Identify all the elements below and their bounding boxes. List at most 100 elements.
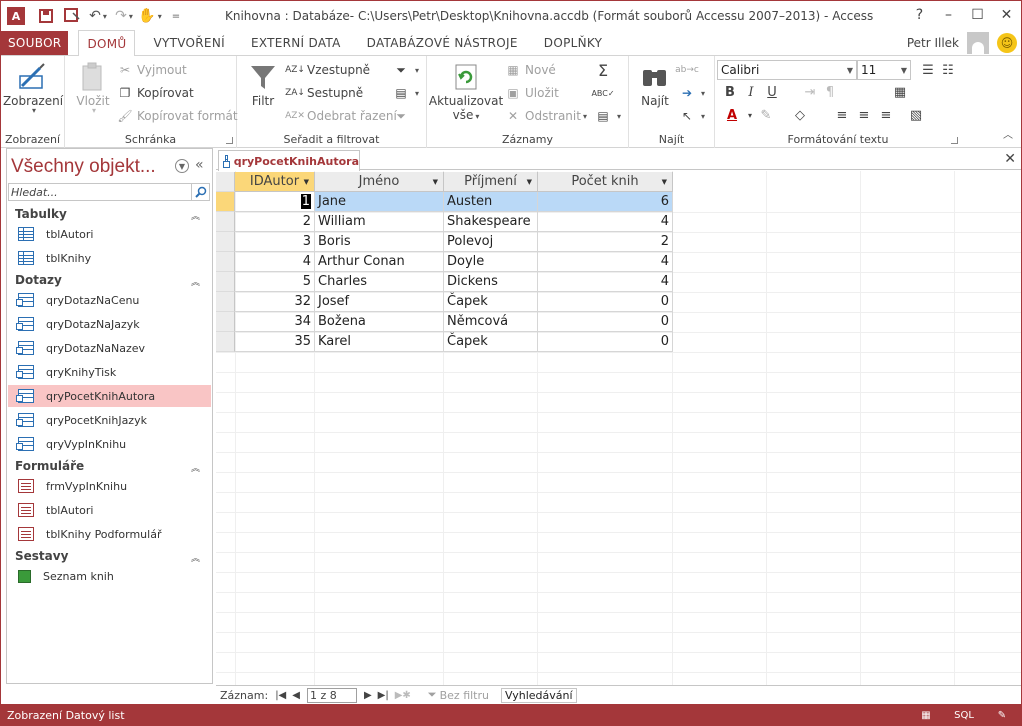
gridlines-icon[interactable]: ▦ bbox=[891, 83, 909, 101]
spelling-button[interactable]: ABC✓ bbox=[591, 83, 615, 103]
more-records-button[interactable]: ▤ ▾ bbox=[595, 106, 621, 126]
align-center-icon[interactable]: ≡ bbox=[855, 106, 873, 124]
column-header-idautor[interactable]: IDAutor ▼ bbox=[235, 172, 315, 192]
nav-item-qrydotaznacenu[interactable]: qryDotazNaCenu bbox=[8, 289, 211, 311]
section-collapse-icon[interactable]: ︽ bbox=[191, 461, 200, 474]
bold-button[interactable]: B bbox=[721, 83, 739, 101]
align-right-icon[interactable]: ≡ bbox=[877, 106, 895, 124]
new-record-nav-icon[interactable]: ▶✱ bbox=[395, 690, 411, 701]
font-name-combo[interactable]: Calibri ▼ bbox=[717, 60, 857, 80]
next-record-icon[interactable]: ▶ bbox=[364, 690, 372, 701]
clipboard-launcher-icon[interactable] bbox=[226, 137, 233, 144]
column-header-jmeno[interactable]: Jméno ▼ bbox=[315, 172, 444, 192]
column-dropdown-icon[interactable]: ▼ bbox=[433, 178, 438, 186]
sort-ascending-button[interactable]: AZ↓ Vzestupně bbox=[285, 60, 370, 80]
record-search-input[interactable]: Vyhledávání bbox=[501, 687, 577, 703]
cell-prijmeni[interactable]: Shakespeare bbox=[444, 212, 538, 232]
column-dropdown-icon[interactable]: ▼ bbox=[304, 178, 309, 186]
cell-prijmeni[interactable]: Austen bbox=[444, 192, 538, 212]
nav-item-seznam-knih[interactable]: Seznam knih bbox=[8, 565, 211, 587]
save-record-button[interactable]: ▣ Uložit bbox=[505, 83, 558, 103]
nav-search-input[interactable]: Hledat... bbox=[8, 183, 210, 201]
nav-section-queries[interactable]: Dotazy bbox=[15, 273, 62, 287]
nav-item-qrypocetknihjazyk[interactable]: qryPocetKnihJazyk bbox=[8, 409, 211, 431]
remove-sort-button[interactable]: AZ✕ Odebrat řazení bbox=[285, 106, 397, 126]
cut-button[interactable]: ✂ Vyjmout bbox=[117, 60, 187, 80]
text-format-launcher-icon[interactable] bbox=[951, 137, 958, 144]
cell-jmeno[interactable]: Karel bbox=[315, 332, 444, 352]
row-selector[interactable] bbox=[216, 232, 235, 252]
document-tab[interactable]: qryPocetKnihAutora bbox=[218, 150, 360, 171]
cell-pocet-knih[interactable]: 4 bbox=[538, 252, 673, 272]
cell-prijmeni[interactable]: Němcová bbox=[444, 312, 538, 332]
fill-color-icon[interactable]: ◇ bbox=[791, 106, 809, 124]
cell-pocet-knih[interactable]: 4 bbox=[538, 272, 673, 292]
cell-pocet-knih[interactable]: 0 bbox=[538, 332, 673, 352]
align-left-icon[interactable]: ≡ bbox=[833, 106, 851, 124]
undo-icon[interactable]: ↶ ▾ bbox=[87, 5, 109, 27]
nav-item-frmvypinknihu[interactable]: frmVypInKnihu bbox=[8, 475, 211, 497]
cell-pocet-knih[interactable]: 6 bbox=[538, 192, 673, 212]
nav-menu-chevron-icon[interactable]: ▼ bbox=[175, 159, 189, 173]
save-as-icon[interactable] bbox=[61, 5, 83, 27]
alt-row-color-icon[interactable]: ▧ bbox=[907, 106, 925, 124]
nav-section-forms[interactable]: Formuláře bbox=[15, 459, 84, 473]
nav-item-qrydotaznanazev[interactable]: qryDotazNaNazev bbox=[8, 337, 211, 359]
cell-idautor[interactable]: 5 bbox=[235, 272, 315, 292]
nav-item-qryknihytisk[interactable]: qryKnihyTisk bbox=[8, 361, 211, 383]
cell-pocet-knih[interactable]: 0 bbox=[538, 292, 673, 312]
maximize-button[interactable]: ☐ bbox=[963, 1, 992, 29]
customize-toolbar-icon[interactable]: = bbox=[165, 5, 187, 27]
cell-idautor[interactable]: 1 bbox=[235, 192, 315, 212]
cell-prijmeni[interactable]: Polevoj bbox=[444, 232, 538, 252]
filter-button[interactable]: Filtr bbox=[245, 60, 281, 108]
cell-jmeno[interactable]: Božena bbox=[315, 312, 444, 332]
copy-button[interactable]: ❐ Kopírovat bbox=[117, 83, 194, 103]
section-collapse-icon[interactable]: ︽ bbox=[191, 209, 200, 222]
tab-database-tools[interactable]: DATABÁZOVÉ NÁSTROJE bbox=[359, 31, 526, 55]
advanced-filter-button[interactable]: ▤ ▾ bbox=[393, 83, 419, 103]
totals-button[interactable]: Σ bbox=[595, 60, 615, 80]
row-selector[interactable] bbox=[216, 192, 235, 212]
selection-filter-button[interactable]: ⏷ ▾ bbox=[393, 60, 419, 80]
access-logo-icon[interactable]: A bbox=[7, 7, 25, 25]
nav-item-qrydotaznajazyk[interactable]: qryDotazNaJazyk bbox=[8, 313, 211, 335]
column-header-prijmeni[interactable]: Příjmení ▼ bbox=[444, 172, 538, 192]
cell-idautor[interactable]: 35 bbox=[235, 332, 315, 352]
first-record-icon[interactable]: |◀ bbox=[275, 690, 286, 701]
row-selector[interactable] bbox=[216, 252, 235, 272]
nav-item-tblautori[interactable]: tblAutori bbox=[8, 223, 211, 245]
cell-idautor[interactable]: 34 bbox=[235, 312, 315, 332]
tab-external-data[interactable]: EXTERNÍ DATA bbox=[243, 31, 349, 55]
column-header-pocet-knih[interactable]: Počet knih ▼ bbox=[538, 172, 673, 192]
design-view-icon[interactable]: ✎ bbox=[983, 710, 1021, 721]
redo-icon[interactable]: ↷ ▾ bbox=[113, 5, 135, 27]
cell-idautor[interactable]: 32 bbox=[235, 292, 315, 312]
cell-jmeno[interactable]: William bbox=[315, 212, 444, 232]
tab-home[interactable]: DOMŮ bbox=[78, 30, 136, 56]
nav-pane-title[interactable]: Všechny objekt... bbox=[11, 156, 156, 178]
help-button[interactable]: ? bbox=[905, 1, 934, 29]
underline-button[interactable]: U bbox=[763, 83, 781, 101]
column-dropdown-icon[interactable]: ▼ bbox=[662, 178, 667, 186]
cell-jmeno[interactable]: Boris bbox=[315, 232, 444, 252]
paragraph-icon[interactable]: ¶ bbox=[821, 83, 839, 101]
cell-prijmeni[interactable]: Čapek bbox=[444, 292, 538, 312]
format-painter-button[interactable]: 🖌 Kopírovat formát bbox=[117, 106, 237, 126]
search-icon[interactable] bbox=[191, 184, 209, 200]
close-document-icon[interactable]: ✕ bbox=[1004, 151, 1016, 167]
row-selector[interactable] bbox=[216, 272, 235, 292]
collapse-ribbon-icon[interactable]: ︿ bbox=[1003, 126, 1013, 141]
refresh-all-button[interactable]: Aktualizovat vše ▾ bbox=[429, 60, 503, 122]
cell-pocet-knih[interactable]: 0 bbox=[538, 312, 673, 332]
section-collapse-icon[interactable]: ︽ bbox=[191, 551, 200, 564]
cell-pocet-knih[interactable]: 2 bbox=[538, 232, 673, 252]
nav-item-qryvypinknihu[interactable]: qryVypInKnihu bbox=[8, 433, 211, 455]
cell-jmeno[interactable]: Josef bbox=[315, 292, 444, 312]
cell-idautor[interactable]: 2 bbox=[235, 212, 315, 232]
font-size-combo[interactable]: 11 ▼ bbox=[857, 60, 911, 80]
nav-section-reports[interactable]: Sestavy bbox=[15, 549, 68, 563]
datasheet-view-icon[interactable]: ▦ bbox=[907, 710, 945, 721]
select-button[interactable]: ↖ ▾ bbox=[679, 106, 705, 126]
section-collapse-icon[interactable]: ︽ bbox=[191, 275, 200, 288]
